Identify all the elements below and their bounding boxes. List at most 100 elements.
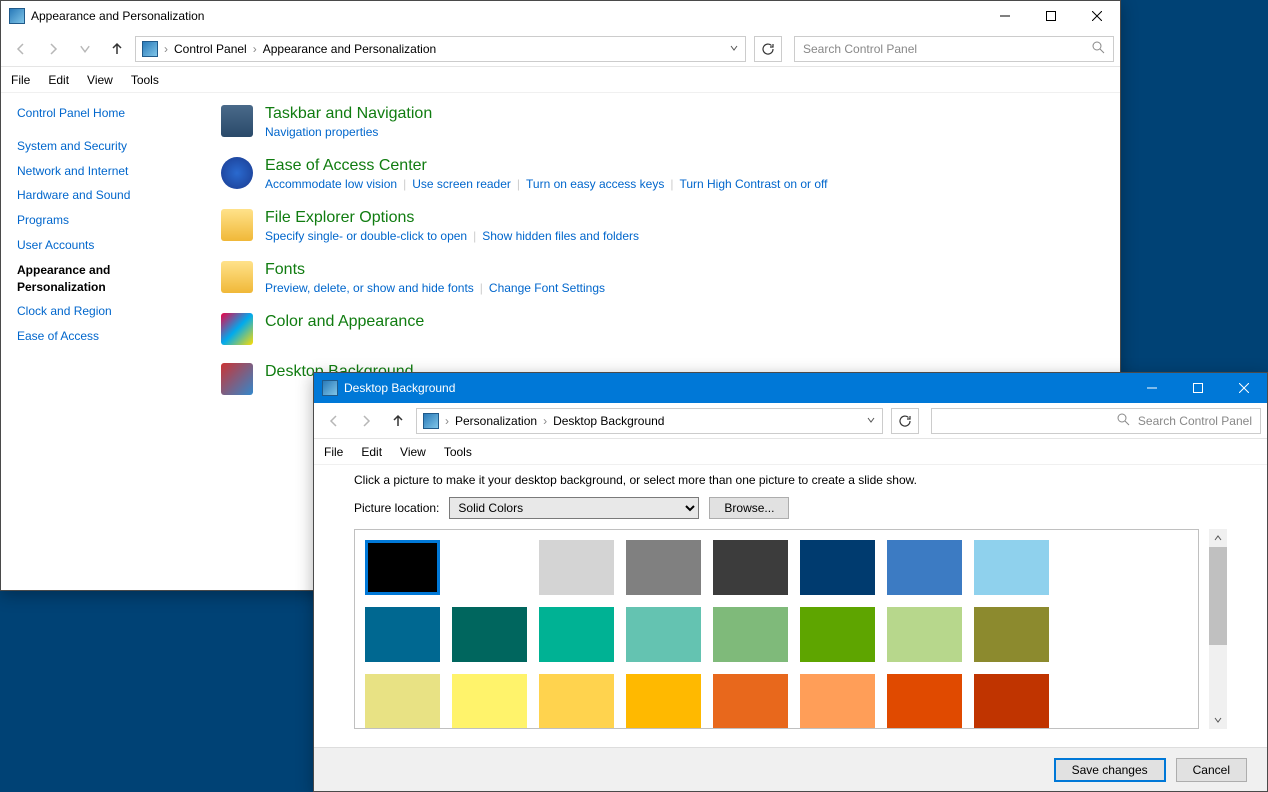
color-swatch[interactable]	[365, 674, 440, 729]
maximize-button[interactable]	[1028, 1, 1074, 31]
sidebar-item[interactable]: System and Security	[17, 138, 185, 155]
search-placeholder: Search Control Panel	[1138, 414, 1252, 428]
menu-tools[interactable]: Tools	[444, 445, 472, 459]
close-button[interactable]	[1074, 1, 1120, 31]
menu-view[interactable]: View	[87, 73, 113, 87]
forward-button[interactable]	[352, 407, 380, 435]
menu-file[interactable]: File	[324, 445, 343, 459]
category-heading[interactable]: File Explorer Options	[265, 209, 639, 227]
forward-button[interactable]	[39, 35, 67, 63]
sidebar-item[interactable]: Hardware and Sound	[17, 187, 185, 204]
color-swatch[interactable]	[887, 607, 962, 662]
color-swatch[interactable]	[365, 540, 440, 595]
color-swatch[interactable]	[713, 607, 788, 662]
category-link[interactable]: Show hidden files and folders	[482, 229, 639, 243]
color-swatch[interactable]	[539, 607, 614, 662]
category-link[interactable]: Navigation properties	[265, 125, 378, 139]
sidebar-item[interactable]: User Accounts	[17, 237, 185, 254]
color-swatch[interactable]	[626, 540, 701, 595]
color-swatch[interactable]	[626, 674, 701, 729]
instruction-text: Click a picture to make it your desktop …	[354, 465, 1227, 497]
back-button[interactable]	[320, 407, 348, 435]
minimize-button[interactable]	[1129, 373, 1175, 403]
color-swatch[interactable]	[887, 540, 962, 595]
color-swatch[interactable]	[800, 540, 875, 595]
cancel-button[interactable]: Cancel	[1176, 758, 1247, 782]
titlebar[interactable]: Appearance and Personalization	[1, 1, 1120, 31]
menu-view[interactable]: View	[400, 445, 426, 459]
color-swatch[interactable]	[452, 674, 527, 729]
scroll-thumb[interactable]	[1209, 547, 1227, 645]
category-section: Ease of Access Center Accommodate low vis…	[221, 157, 1100, 191]
menu-edit[interactable]: Edit	[48, 73, 69, 87]
close-button[interactable]	[1221, 373, 1267, 403]
up-button[interactable]	[384, 407, 412, 435]
breadcrumb-item[interactable]: Desktop Background	[553, 414, 664, 428]
breadcrumb-item[interactable]: Appearance and Personalization	[263, 42, 436, 56]
recent-dropdown[interactable]	[71, 35, 99, 63]
save-changes-button[interactable]: Save changes	[1054, 758, 1166, 782]
chevron-down-icon[interactable]	[729, 42, 739, 56]
category-link[interactable]: Use screen reader	[412, 177, 511, 191]
category-heading[interactable]: Ease of Access Center	[265, 157, 828, 175]
menu-file[interactable]: File	[11, 73, 30, 87]
category-link[interactable]: Change Font Settings	[489, 281, 605, 295]
category-link[interactable]: Accommodate low vision	[265, 177, 397, 191]
color-swatch[interactable]	[452, 540, 527, 595]
menu-tools[interactable]: Tools	[131, 73, 159, 87]
color-swatch[interactable]	[974, 674, 1049, 729]
menu-edit[interactable]: Edit	[361, 445, 382, 459]
breadcrumb-item[interactable]: Personalization	[455, 414, 537, 428]
color-swatch[interactable]	[452, 607, 527, 662]
refresh-button[interactable]	[891, 408, 919, 434]
color-swatch[interactable]	[974, 540, 1049, 595]
scroll-up-icon[interactable]	[1209, 529, 1227, 547]
search-icon	[1116, 412, 1130, 429]
scrollbar[interactable]	[1209, 529, 1227, 729]
color-swatch[interactable]	[800, 674, 875, 729]
minimize-button[interactable]	[982, 1, 1028, 31]
category-link[interactable]: Preview, delete, or show and hide fonts	[265, 281, 474, 295]
color-swatch[interactable]	[365, 607, 440, 662]
menu-bar: File Edit View Tools	[1, 67, 1120, 93]
divider: |	[517, 177, 520, 191]
picture-location-select[interactable]: Solid Colors	[449, 497, 699, 519]
sidebar-item[interactable]: Appearance and Personalization	[17, 262, 185, 296]
refresh-button[interactable]	[754, 36, 782, 62]
color-swatch[interactable]	[539, 540, 614, 595]
color-swatch[interactable]	[800, 607, 875, 662]
breadcrumb-item[interactable]: Control Panel	[174, 42, 247, 56]
color-swatch[interactable]	[626, 607, 701, 662]
category-heading[interactable]: Color and Appearance	[265, 313, 424, 331]
color-swatch[interactable]	[887, 674, 962, 729]
up-button[interactable]	[103, 35, 131, 63]
color-swatch[interactable]	[713, 674, 788, 729]
chevron-down-icon[interactable]	[866, 414, 876, 428]
category-section: Taskbar and Navigation Navigation propert…	[221, 105, 1100, 139]
sidebar-item[interactable]: Control Panel Home	[17, 105, 185, 122]
window-title: Appearance and Personalization	[31, 9, 982, 23]
back-button[interactable]	[7, 35, 35, 63]
category-link[interactable]: Turn on easy access keys	[526, 177, 664, 191]
sidebar-item[interactable]: Programs	[17, 212, 185, 229]
category-heading[interactable]: Fonts	[265, 261, 605, 279]
sidebar-item[interactable]: Network and Internet	[17, 163, 185, 180]
sidebar: Control Panel Home System and Security Net…	[1, 93, 201, 590]
maximize-button[interactable]	[1175, 373, 1221, 403]
address-bar[interactable]: › Control Panel › Appearance and Persona…	[135, 36, 746, 62]
search-input[interactable]: Search Control Panel	[931, 408, 1261, 434]
search-input[interactable]: Search Control Panel	[794, 36, 1114, 62]
content-area: Click a picture to make it your desktop …	[314, 465, 1267, 729]
scroll-down-icon[interactable]	[1209, 711, 1227, 729]
category-heading[interactable]: Taskbar and Navigation	[265, 105, 432, 123]
category-link[interactable]: Turn High Contrast on or off	[679, 177, 827, 191]
sidebar-item[interactable]: Clock and Region	[17, 303, 185, 320]
titlebar[interactable]: Desktop Background	[314, 373, 1267, 403]
color-swatch[interactable]	[713, 540, 788, 595]
sidebar-item[interactable]: Ease of Access	[17, 328, 185, 345]
color-swatch[interactable]	[539, 674, 614, 729]
category-link[interactable]: Specify single- or double-click to open	[265, 229, 467, 243]
address-bar[interactable]: › Personalization › Desktop Background	[416, 408, 883, 434]
color-swatch[interactable]	[974, 607, 1049, 662]
browse-button[interactable]: Browse...	[709, 497, 789, 519]
